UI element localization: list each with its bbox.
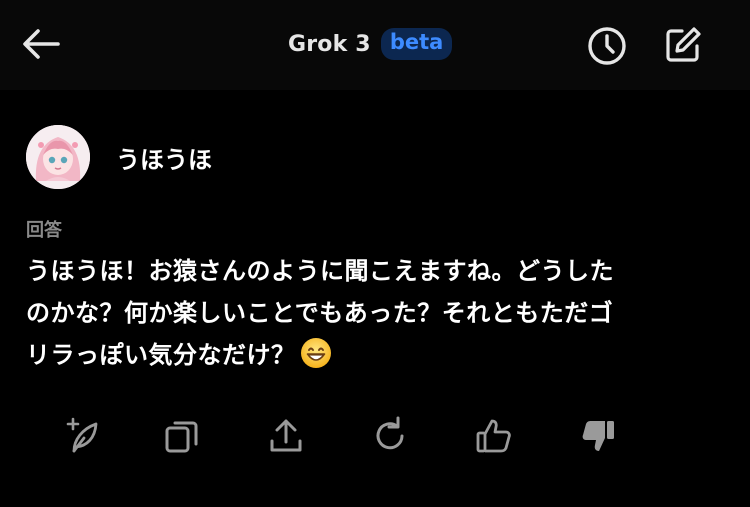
regenerate-button[interactable] xyxy=(60,414,104,458)
avatar-image-icon xyxy=(26,125,90,189)
user-message: うほうほ xyxy=(26,125,212,189)
copy-button[interactable] xyxy=(160,414,204,458)
beta-badge: beta xyxy=(380,28,453,60)
share-icon xyxy=(270,419,302,452)
copy-icon xyxy=(165,421,198,453)
back-button[interactable] xyxy=(20,24,62,64)
thumbs-up-button[interactable] xyxy=(472,414,516,458)
refresh-button[interactable] xyxy=(368,414,412,458)
regenerate-spark-icon xyxy=(66,417,98,453)
new-chat-button[interactable] xyxy=(661,23,705,67)
message-actions xyxy=(0,414,750,458)
chat-screen: Grok 3 beta うほうほ 回答 うほうほ！お猿さんのように聞こえますね。… xyxy=(0,0,750,507)
thumbs-down-icon xyxy=(582,421,614,451)
thumbs-up-icon xyxy=(476,419,511,453)
answer-line: リラっぽい気分なだけ？ xyxy=(26,334,716,376)
answer-text: うほうほ！お猿さんのように聞こえますね。どうした のかな？何か楽しいことでもあっ… xyxy=(26,250,716,376)
share-button[interactable] xyxy=(264,414,308,458)
history-button[interactable] xyxy=(585,24,629,68)
refresh-icon xyxy=(376,416,404,450)
app-title: Grok 3 xyxy=(288,31,371,57)
user-message-text: うほうほ xyxy=(116,145,212,174)
answer-line: うほうほ！お猿さんのように聞こえますね。どうした xyxy=(26,257,614,285)
answer-line-text: リラっぽい気分なだけ？ xyxy=(26,341,296,369)
history-clock-icon xyxy=(588,27,626,65)
answer-line: のかな？何か楽しいことでもあった？それともただゴ xyxy=(26,299,614,327)
title-group: Grok 3 beta xyxy=(288,24,453,64)
grinning-face-emoji xyxy=(300,338,331,368)
thumbs-down-button[interactable] xyxy=(576,414,620,458)
new-chat-compose-icon xyxy=(666,27,701,62)
back-arrow-icon xyxy=(23,29,60,59)
avatar[interactable] xyxy=(26,125,90,189)
top-bar: Grok 3 beta xyxy=(0,0,750,90)
answer-label: 回答 xyxy=(26,220,62,241)
